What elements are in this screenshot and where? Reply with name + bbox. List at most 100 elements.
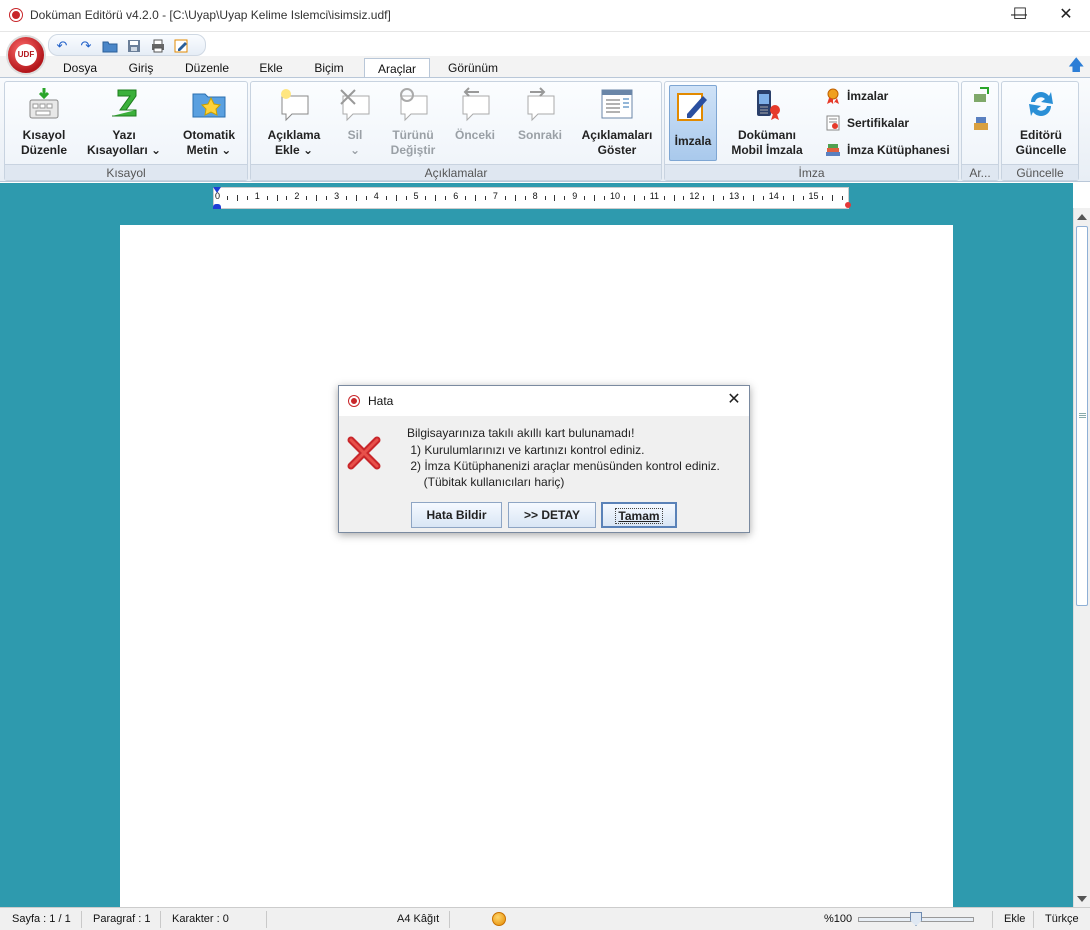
ruler-tick xyxy=(792,195,794,201)
otomatik-metin-label2: Metin ⌄ xyxy=(186,143,232,157)
tab-giris[interactable]: Giriş xyxy=(114,58,168,78)
ruler-number: 10 xyxy=(610,191,621,201)
onceki-button[interactable]: Önceki xyxy=(447,86,503,143)
ruler-tick xyxy=(623,196,625,200)
text-shortcut-icon xyxy=(106,86,142,122)
quick-access-toolbar: ↶ ↷ xyxy=(0,32,1090,56)
kisayol-duzenle-button[interactable]: Kısayol Düzenle xyxy=(9,86,79,158)
paragraph-count: Paragraf : 1 xyxy=(93,913,151,925)
ruler-tick xyxy=(286,196,288,200)
close-window-button[interactable]: ✕ xyxy=(1043,0,1089,32)
mobile-sign-icon xyxy=(749,86,785,122)
right-indent-marker[interactable] xyxy=(845,202,851,208)
imzala-button[interactable]: İmzala xyxy=(669,85,717,161)
ruler-tick xyxy=(385,196,387,200)
paper-size[interactable]: A4 Kâğıt xyxy=(397,913,439,925)
language[interactable]: Türkçe xyxy=(1045,913,1079,925)
dialog-close-button[interactable]: ✕ xyxy=(725,391,743,409)
imzalar-button[interactable]: İmzalar xyxy=(825,86,888,106)
scroll-down-arrow[interactable] xyxy=(1077,896,1087,902)
horizontal-ruler[interactable]: 0 1 2 3 4 5 6 7 8 9 10 11 12 13 14 15 xyxy=(213,187,851,209)
error-x-icon xyxy=(347,436,381,470)
character-count: Karakter : 0 xyxy=(172,913,229,925)
aciklama-ekle-button[interactable]: Açıklama Ekle ⌄ xyxy=(259,86,329,158)
error-message-line: 2) İmza Kütüphanenizi araçlar menüsünden… xyxy=(407,459,720,473)
yazi-kisayollari-button[interactable]: Yazı Kısayolları ⌄ xyxy=(83,86,165,158)
group-ar: Ar... xyxy=(961,81,999,181)
keyboard-shortcut-icon xyxy=(26,86,62,122)
ruler-tick xyxy=(514,195,516,201)
collapse-ribbon-icon[interactable]: 🡅 xyxy=(1068,58,1084,74)
ruler-tick xyxy=(604,196,606,200)
imza-kutuphanesi-button[interactable]: İmza Kütüphanesi xyxy=(825,140,950,160)
report-error-button[interactable]: Hata Bildir xyxy=(411,502,502,528)
tool-db-icon[interactable] xyxy=(972,114,990,132)
ruler-number: 9 xyxy=(572,191,578,201)
ruler-number: 7 xyxy=(492,191,498,201)
save-icon[interactable] xyxy=(126,39,142,53)
mobil-imzala-label1: Dokümanı xyxy=(737,128,796,142)
ruler-tick xyxy=(743,196,745,200)
ok-button-label: Tamam xyxy=(615,508,663,524)
group-kisayol-label: Kısayol xyxy=(5,164,247,180)
tab-duzenle[interactable]: Düzenle xyxy=(176,58,238,78)
ruler-tick xyxy=(723,196,725,200)
editoru-guncelle-label1: Editörü xyxy=(1020,128,1062,142)
tab-gorunum[interactable]: Görünüm xyxy=(438,58,508,78)
scroll-thumb[interactable] xyxy=(1076,226,1088,606)
document-page[interactable] xyxy=(120,225,953,907)
tab-ekle[interactable]: Ekle xyxy=(248,58,294,78)
ruler-tick xyxy=(326,196,328,200)
otomatik-metin-label1: Otomatik xyxy=(182,128,235,142)
ruler-tick xyxy=(425,196,427,200)
dialog-title-bar: Hata ✕ xyxy=(339,386,749,416)
ruler-tick xyxy=(663,196,665,200)
mobil-imzala-button[interactable]: Dokümanı Mobil İmzala xyxy=(725,86,809,158)
left-indent-marker[interactable] xyxy=(213,204,221,209)
sonraki-button[interactable]: Sonraki xyxy=(511,86,569,143)
open-folder-icon[interactable] xyxy=(102,39,118,53)
ruler-tick xyxy=(365,196,367,200)
tab-araclar[interactable]: Araçlar xyxy=(364,58,430,78)
tab-bicim[interactable]: Biçim xyxy=(302,58,356,78)
app-logo-button[interactable]: UDF xyxy=(6,35,46,75)
detail-button[interactable]: >> DETAY xyxy=(508,502,596,528)
sil-label2: ⌄ xyxy=(349,143,361,157)
zoom-slider-thumb[interactable] xyxy=(910,912,922,926)
vertical-scrollbar[interactable] xyxy=(1073,208,1090,908)
undo-icon[interactable]: ↶ xyxy=(54,39,70,53)
insert-mode[interactable]: Ekle xyxy=(1004,913,1025,925)
edit-sign-icon[interactable] xyxy=(174,39,190,53)
redo-icon[interactable]: ↷ xyxy=(78,39,94,53)
ruler-tick xyxy=(762,196,764,200)
ruler-tick xyxy=(316,195,318,201)
yazi-kisayollari-label1: Yazı xyxy=(112,128,136,142)
ruler-number: 5 xyxy=(413,191,419,201)
aciklamalari-goster-button[interactable]: Açıklamaları Göster xyxy=(575,86,659,158)
tab-dosya[interactable]: Dosya xyxy=(52,58,108,78)
ruler-tick xyxy=(633,195,635,201)
sertifikalar-button[interactable]: Sertifikalar xyxy=(825,113,909,133)
turunu-degistir-button[interactable]: Türünü Değiştir xyxy=(385,86,441,158)
scroll-up-arrow[interactable] xyxy=(1077,214,1087,220)
ruler-number: 2 xyxy=(294,191,300,201)
ruler-tick xyxy=(782,196,784,200)
maximize-button[interactable]: ☐ xyxy=(997,0,1043,32)
sil-button[interactable]: Sil ⌄ xyxy=(329,86,381,158)
update-refresh-icon xyxy=(1023,86,1059,122)
group-guncelle-label: Güncelle xyxy=(1002,164,1078,180)
ruler-tick xyxy=(643,196,645,200)
tool-plug-icon[interactable] xyxy=(972,86,990,104)
aciklamalari-goster-label2: Göster xyxy=(597,143,637,157)
group-kisayol: Kısayol Düzenle Yazı Kısayolları ⌄ Otoma… xyxy=(4,81,248,181)
ok-button[interactable]: Tamam xyxy=(601,502,677,528)
print-icon[interactable] xyxy=(150,39,166,53)
otomatik-metin-button[interactable]: Otomatik Metin ⌄ xyxy=(173,86,245,158)
ruler-tick xyxy=(405,196,407,200)
error-message-line: 1) Kurulumlarınızı ve kartınızı kontrol … xyxy=(407,443,645,457)
imzala-label: İmzala xyxy=(674,134,712,148)
document-workspace: 0 1 2 3 4 5 6 7 8 9 10 11 12 13 14 15 xyxy=(0,183,1073,907)
menu-tabs: Dosya Giriş Düzenle Ekle Biçim Araçlar G… xyxy=(0,56,1090,78)
editoru-guncelle-button[interactable]: Editörü Güncelle xyxy=(1006,86,1076,158)
turunu-degistir-label2: Değiştir xyxy=(390,143,436,157)
